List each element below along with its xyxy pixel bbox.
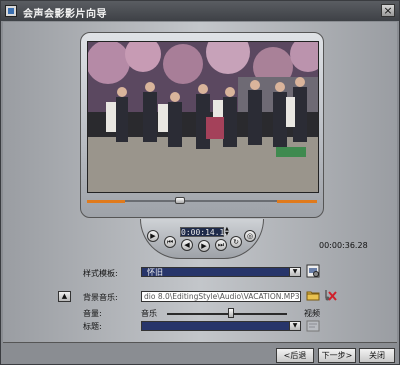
prev-frame-button[interactable]: ◀	[181, 239, 193, 251]
bgmusic-label: 背景音乐:	[83, 293, 118, 302]
chevron-down-icon[interactable]: ▼	[289, 268, 300, 276]
remove-music-icon[interactable]	[323, 288, 337, 302]
close-button[interactable]: 关闭	[359, 348, 395, 363]
volume-label: 音量:	[83, 309, 102, 318]
template-dropdown[interactable]: 怀旧 ▼	[141, 267, 301, 277]
bgmusic-path-field[interactable]: dio 8.0\EditingStyle\Audio\VACATION.MP3	[141, 291, 301, 302]
close-window-button[interactable]: ×	[381, 4, 395, 17]
preview-monitor	[80, 32, 324, 218]
title-bar: 会声会影影片向导 ×	[1, 1, 399, 21]
trim-end-marker[interactable]	[277, 200, 317, 203]
home-button[interactable]: ⏮	[164, 236, 176, 248]
volume-toggle-button[interactable]: ◎	[244, 230, 256, 242]
duration-display: 00:00:36.28	[319, 241, 368, 250]
collapse-button[interactable]: ▲	[58, 291, 71, 302]
preview-scrubber[interactable]	[87, 196, 317, 206]
window-title: 会声会影影片向导	[23, 9, 107, 20]
play-button[interactable]: ▶	[147, 230, 159, 242]
title-label: 标题:	[83, 322, 102, 331]
timecode-spinner[interactable]: ▲ ▼	[225, 227, 231, 237]
title-settings-icon[interactable]	[306, 319, 320, 333]
chevron-down-icon[interactable]: ▼	[289, 322, 300, 330]
next-frame-button[interactable]: ▶	[198, 240, 210, 252]
volume-music-label: 音乐	[141, 309, 157, 318]
template-value: 怀旧	[147, 268, 163, 277]
folder-icon[interactable]	[306, 288, 320, 302]
repeat-button[interactable]: ↻	[230, 236, 242, 248]
next-button[interactable]: 下一步>	[318, 348, 356, 363]
template-settings-icon[interactable]	[306, 264, 320, 278]
preview-photo	[88, 42, 318, 192]
timecode-display[interactable]: 0:00:14.15	[180, 227, 229, 237]
back-button[interactable]: <后退	[276, 348, 314, 363]
app-icon	[5, 5, 17, 17]
trim-start-marker[interactable]	[87, 200, 125, 203]
wizard-window: 会声会影影片向导 × 0:00:14.15 ▲ ▼ ▶ ⏮ ◀ ▶ ⏭ ↻ ◎ …	[0, 0, 400, 365]
volume-slider-thumb[interactable]	[228, 308, 234, 318]
scrub-handle[interactable]	[175, 197, 185, 204]
volume-video-label: 视频	[304, 309, 320, 318]
end-button[interactable]: ⏭	[215, 239, 227, 251]
template-label: 样式模板:	[83, 269, 118, 278]
title-dropdown[interactable]: ▼	[141, 321, 301, 331]
volume-slider-track	[167, 313, 287, 315]
spin-down-icon[interactable]: ▼	[225, 232, 231, 237]
preview-screen	[87, 41, 319, 193]
